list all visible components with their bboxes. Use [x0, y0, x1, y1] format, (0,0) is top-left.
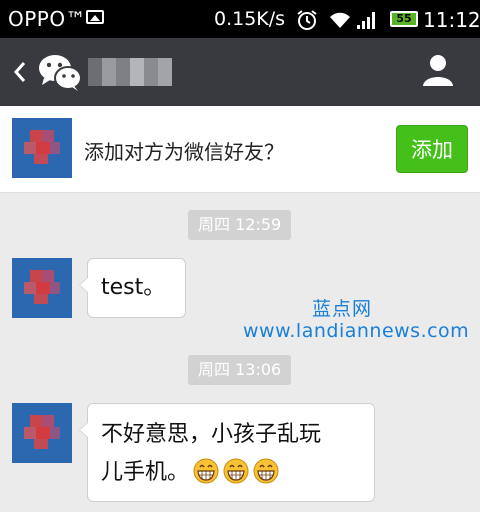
- status-bar: OPPO™ 0.15K/s 55 11:12: [0, 0, 480, 38]
- clock: 11:12: [423, 8, 480, 32]
- watermark-title: 蓝点网: [312, 298, 373, 320]
- signal-icon: [357, 12, 375, 29]
- grin-emoji-icon: [193, 458, 219, 484]
- message-bubble[interactable]: test。: [79, 258, 186, 318]
- add-friend-prompt: 添加对方为微信好友？: [84, 140, 284, 164]
- message-text-line: 不好意思，小孩子乱玩: [101, 422, 322, 447]
- chat-title-bar: [0, 38, 480, 106]
- message-text: 儿手机。: [101, 460, 190, 485]
- profile-icon[interactable]: [420, 52, 456, 88]
- wechat-icon: [39, 55, 82, 91]
- battery-indicator: 55: [390, 11, 418, 27]
- network-speed: 0.15K/s: [214, 8, 286, 30]
- message-bubble[interactable]: 不好意思，小孩子乱玩 儿手机。: [79, 403, 375, 502]
- grin-emoji-icon: [253, 458, 279, 484]
- wifi-icon: [330, 12, 350, 28]
- avatar: [12, 118, 72, 178]
- watermark-url: www.landiannews.com: [243, 320, 470, 342]
- image-icon: [86, 10, 104, 24]
- carrier-label: OPPO™: [8, 7, 87, 31]
- message-timestamp: 周四 13:06: [188, 355, 292, 385]
- alarm-icon: [297, 10, 317, 30]
- add-friend-bar: 添加对方为微信好友？ 添加: [0, 106, 480, 193]
- grin-emoji-icon: [223, 458, 249, 484]
- back-icon[interactable]: [12, 60, 28, 84]
- message-text: test。: [101, 275, 166, 300]
- add-friend-button[interactable]: 添加: [396, 125, 468, 173]
- avatar[interactable]: [12, 258, 72, 318]
- message-text-line: 儿手机。: [101, 454, 374, 492]
- contact-name-pixelated: [88, 58, 172, 86]
- avatar[interactable]: [12, 403, 72, 463]
- message-timestamp: 周四 12:59: [188, 210, 292, 240]
